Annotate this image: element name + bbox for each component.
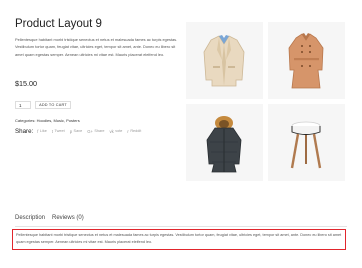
stool-image (290, 121, 322, 169)
categories-list: Categories: Hoodies, Music, Posters (15, 118, 80, 123)
gallery-image-blazer[interactable] (186, 22, 263, 99)
gallery-image-parka[interactable] (186, 104, 263, 181)
share-vk-button[interactable]: vk vote (110, 129, 123, 134)
share-pinterest-label: Save (73, 129, 83, 133)
share-twitter-label: Tweet (54, 129, 65, 133)
share-vk-label: vote (115, 129, 123, 133)
share-reddit-label: Reddit (130, 129, 142, 133)
parka-image (206, 116, 242, 173)
blazer-image (203, 35, 245, 87)
share-label: Share: (15, 127, 34, 135)
gallery-image-stool[interactable] (268, 104, 345, 181)
trench-coat-image (288, 33, 324, 89)
product-title: Product Layout 9 (15, 18, 102, 30)
product-tabs: Description Reviews (0) (15, 215, 91, 221)
share-facebook-button[interactable]: f Like (37, 129, 47, 134)
share-google-plus-button[interactable]: G+ Share (87, 129, 104, 134)
share-bar: Share: f Like t Tweet p Save G+ Share vk… (15, 126, 146, 136)
google-plus-icon: G+ (87, 128, 93, 134)
product-price: $15.00 (15, 79, 37, 88)
tabs-divider (15, 226, 347, 227)
gallery-image-trench-coat[interactable] (268, 22, 345, 99)
facebook-icon: f (37, 128, 39, 134)
vk-icon: vk (109, 128, 114, 134)
quantity-input[interactable]: 1 (15, 101, 31, 109)
tab-description[interactable]: Description (15, 215, 45, 221)
share-twitter-button[interactable]: t Tweet (52, 129, 65, 134)
share-reddit-button[interactable]: r Reddit (127, 129, 141, 134)
share-google-plus-label: Share (94, 129, 105, 133)
share-facebook-label: Like (39, 129, 47, 133)
product-short-description: Pellentesque habitant morbi tristique se… (15, 37, 178, 57)
share-pinterest-button[interactable]: p Save (70, 129, 83, 134)
reddit-icon: r (127, 128, 129, 134)
add-to-cart-button[interactable]: ADD TO CART (35, 101, 71, 109)
tab-reviews[interactable]: Reviews (0) (52, 215, 84, 221)
twitter-icon: t (51, 128, 54, 134)
pinterest-icon: p (69, 128, 73, 134)
tab-description-content: Pellentesque habitant morbi tristique se… (16, 233, 342, 244)
